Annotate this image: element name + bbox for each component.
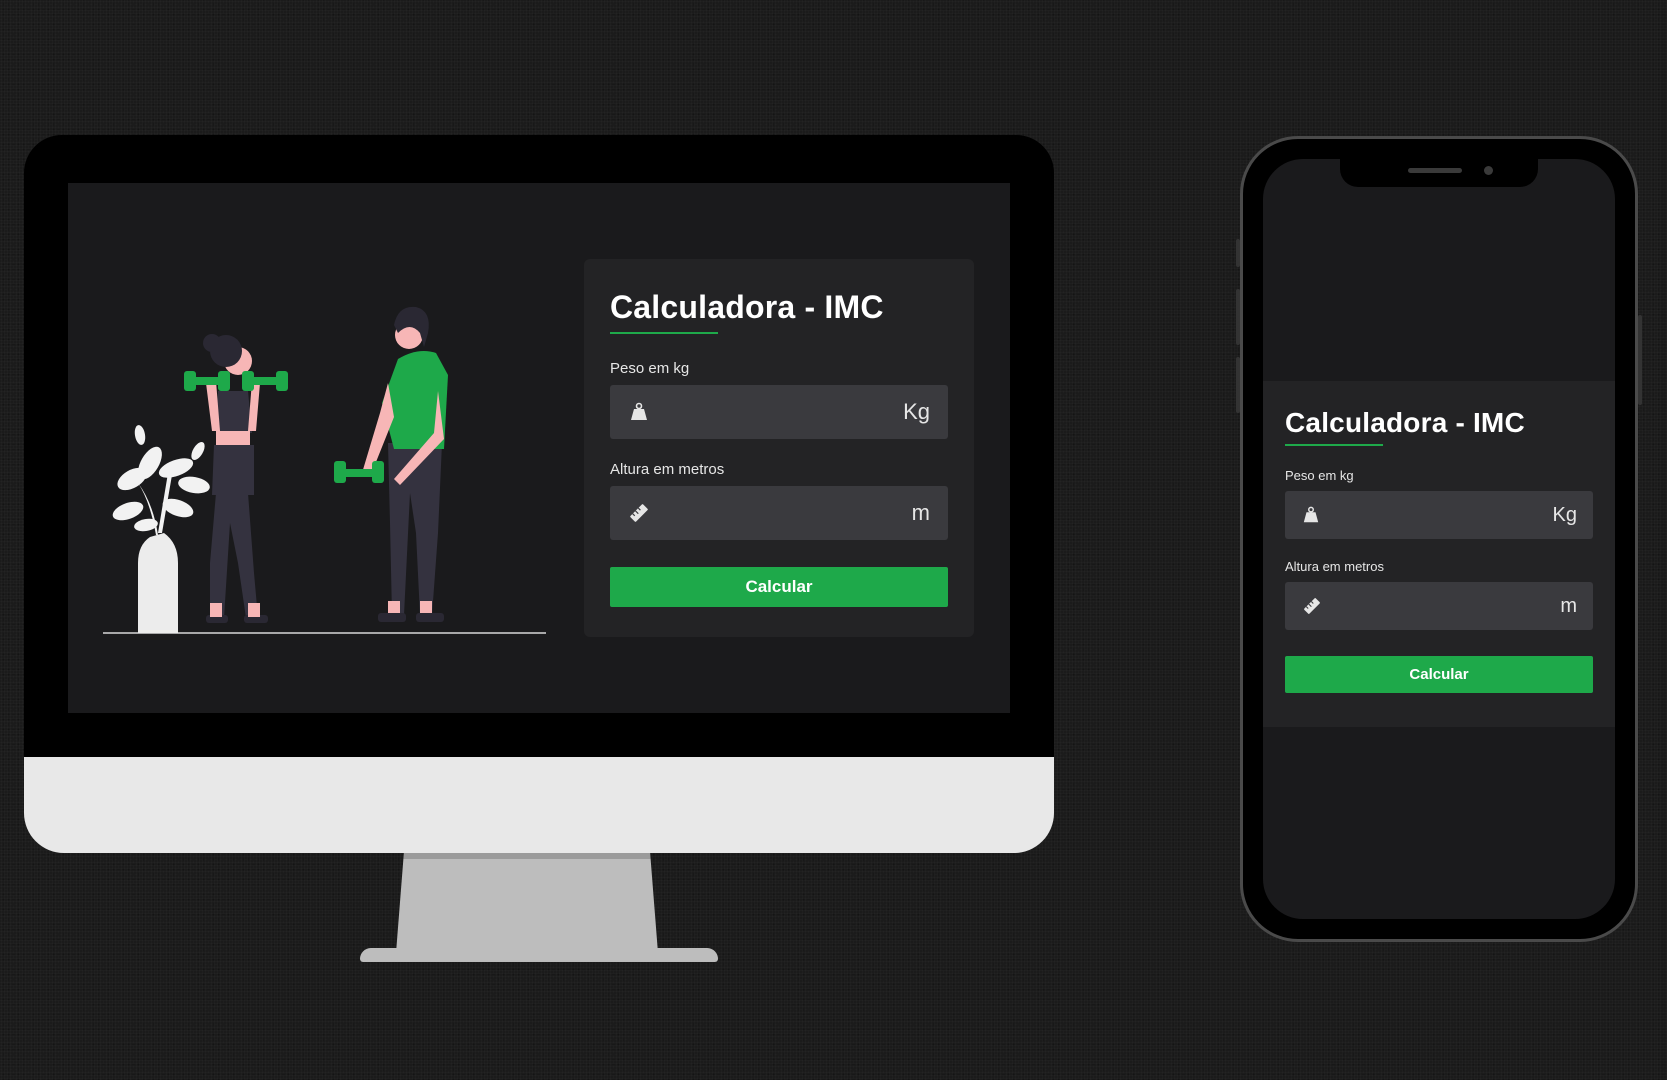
height-label: Altura em metros	[610, 461, 725, 478]
imc-calculator-card: Calculadora - IMC Peso em kg Kg Altura e…	[584, 259, 974, 637]
weight-field[interactable]: Kg	[610, 385, 948, 439]
imc-calculator-card-mobile: Calculadora - IMC Peso em kg Kg Altura e…	[1263, 381, 1615, 727]
height-field-mobile[interactable]: m	[1285, 582, 1593, 630]
monitor-stand-base	[360, 948, 718, 962]
calculate-button-mobile[interactable]: Calcular	[1285, 656, 1593, 693]
phone-notch	[1340, 159, 1538, 187]
fitness-illustration	[103, 306, 546, 634]
mobile-screen: Calculadora - IMC Peso em kg Kg Altura e…	[1263, 159, 1615, 919]
front-camera	[1484, 166, 1493, 175]
page-title: Calculadora - IMC	[610, 289, 884, 325]
phone-mockup: Calculadora - IMC Peso em kg Kg Altura e…	[1236, 136, 1642, 942]
desktop-screen: Calculadora - IMC Peso em kg Kg Altura e…	[68, 183, 1010, 713]
phone-volume-up-button	[1236, 289, 1240, 345]
calculate-button[interactable]: Calcular	[610, 567, 948, 607]
monitor-chin	[24, 757, 1054, 853]
weight-unit: Kg	[903, 399, 930, 424]
weight-label: Peso em kg	[610, 360, 690, 377]
title-underline	[610, 332, 718, 334]
height-input[interactable]	[662, 486, 900, 540]
monitor-stand-neck	[396, 853, 658, 953]
weight-label-mobile: Peso em kg	[1285, 468, 1354, 483]
weight-input-mobile[interactable]	[1333, 491, 1541, 539]
height-field[interactable]: m	[610, 486, 948, 540]
phone-power-button	[1638, 315, 1642, 405]
height-unit: m	[911, 500, 930, 525]
page-title-mobile: Calculadora - IMC	[1285, 407, 1525, 438]
height-unit-mobile: m	[1560, 594, 1577, 617]
ruler-icon	[628, 502, 650, 524]
ruler-icon	[1301, 595, 1323, 617]
desktop-monitor-mockup: Calculadora - IMC Peso em kg Kg Altura e…	[24, 135, 1054, 853]
weight-unit-mobile: Kg	[1552, 503, 1577, 526]
title-underline-mobile	[1285, 444, 1383, 446]
height-label-mobile: Altura em metros	[1285, 559, 1384, 574]
weight-input[interactable]	[662, 385, 892, 439]
phone-volume-down-button	[1236, 357, 1240, 413]
phone-side-button	[1236, 239, 1240, 267]
height-input-mobile[interactable]	[1335, 582, 1549, 630]
weight-icon	[628, 401, 650, 423]
weight-icon	[1301, 504, 1322, 526]
speaker-grille	[1408, 168, 1462, 173]
weight-field-mobile[interactable]: Kg	[1285, 491, 1593, 539]
